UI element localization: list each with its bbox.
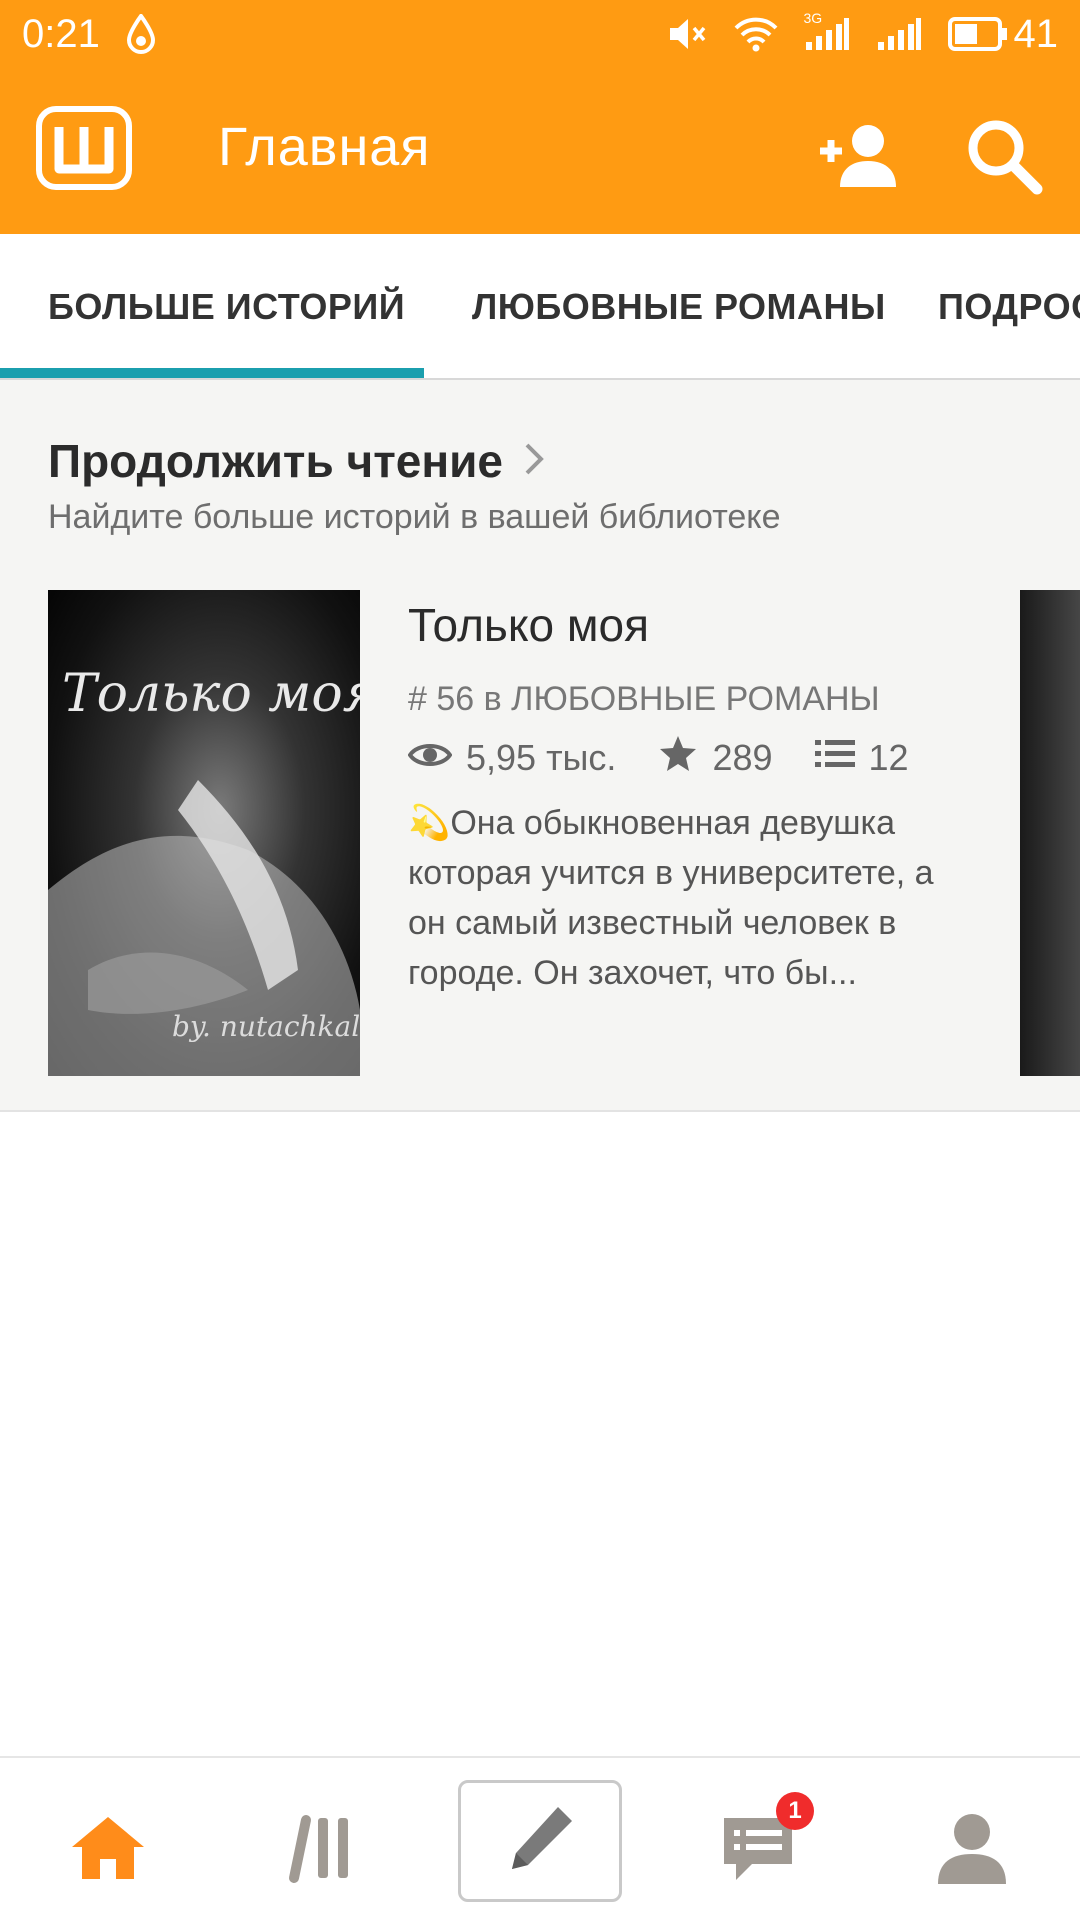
parts-stat: 12 xyxy=(814,736,909,779)
page-title: Главная xyxy=(218,117,431,177)
wifi-icon xyxy=(734,16,778,52)
story-description: 💫Она обыкновенная девушка которая учится… xyxy=(408,804,934,992)
wattpad-logo-icon[interactable] xyxy=(36,106,132,190)
story-title[interactable]: Только моя xyxy=(408,598,649,652)
views-count: 5,95 тыс. xyxy=(466,736,617,778)
profile-icon[interactable] xyxy=(912,1788,1032,1908)
notification-badge: 1 xyxy=(776,1792,814,1830)
drop-icon xyxy=(126,14,156,54)
status-time: 0:21 xyxy=(22,11,100,56)
status-right: 3G 41 xyxy=(668,10,1059,57)
battery-level: 41 xyxy=(1013,11,1059,56)
status-left: 0:21 xyxy=(22,12,156,57)
signal-icon xyxy=(876,16,922,52)
eye-icon xyxy=(407,737,453,779)
continue-reading-section: Продолжить чтение Найдите больше историй… xyxy=(0,380,1080,1112)
cover-title: Только моя xyxy=(62,664,360,724)
votes-stat: 289 xyxy=(658,734,773,781)
library-icon[interactable] xyxy=(264,1788,384,1908)
tab-romance[interactable]: ЛЮБОВНЫЕ РОМАНЫ xyxy=(472,234,886,378)
star-icon xyxy=(658,734,698,781)
list-icon xyxy=(814,737,855,779)
pencil-icon xyxy=(502,1801,578,1882)
mute-icon xyxy=(668,16,708,52)
home-icon[interactable] xyxy=(48,1788,168,1908)
story-rank: # 56 в ЛЮБОВНЫЕ РОМАНЫ xyxy=(408,680,880,718)
status-bar: 0:21 3G 41 xyxy=(0,0,1080,68)
section-title: Продолжить чтение xyxy=(48,435,503,487)
section-subtitle: Найдите больше историй в вашей библиотек… xyxy=(48,498,781,536)
battery-icon: 41 xyxy=(947,11,1059,57)
next-story-cover[interactable] xyxy=(1020,590,1080,1076)
cover-author: by. nutachkal xyxy=(172,1010,360,1043)
story-cover[interactable]: Только моя by. nutachkal xyxy=(48,590,360,1076)
network-type: 3G xyxy=(803,10,823,26)
tab-teen[interactable]: ПОДРОС xyxy=(938,234,1080,378)
parts-count: 12 xyxy=(868,736,909,778)
signal-3g-icon: 3G xyxy=(804,10,850,52)
votes-count: 289 xyxy=(712,736,773,778)
bottom-navigation: 1 xyxy=(0,1756,1080,1920)
active-tab-indicator xyxy=(0,368,424,378)
tab-more-stories[interactable]: БОЛЬШЕ ИСТОРИЙ xyxy=(48,234,405,378)
add-friend-icon[interactable] xyxy=(814,112,902,200)
category-tabs: БОЛЬШЕ ИСТОРИЙ ЛЮБОВНЫЕ РОМАНЫ ПОДРОС xyxy=(0,234,1080,380)
section-header[interactable]: Продолжить чтение xyxy=(48,434,545,488)
search-icon[interactable] xyxy=(960,112,1048,200)
app-screen: 0:21 3G 41 Главная БОЛЬШЕ ИСТОРИЙ ЛЮБОВН… xyxy=(0,0,1080,1920)
chevron-right-icon xyxy=(523,434,545,488)
app-bar: Главная xyxy=(0,68,1080,244)
story-stats: 5,95 тыс. 289 12 xyxy=(407,734,951,781)
write-button[interactable] xyxy=(458,1780,622,1902)
views-stat: 5,95 тыс. xyxy=(407,736,617,779)
